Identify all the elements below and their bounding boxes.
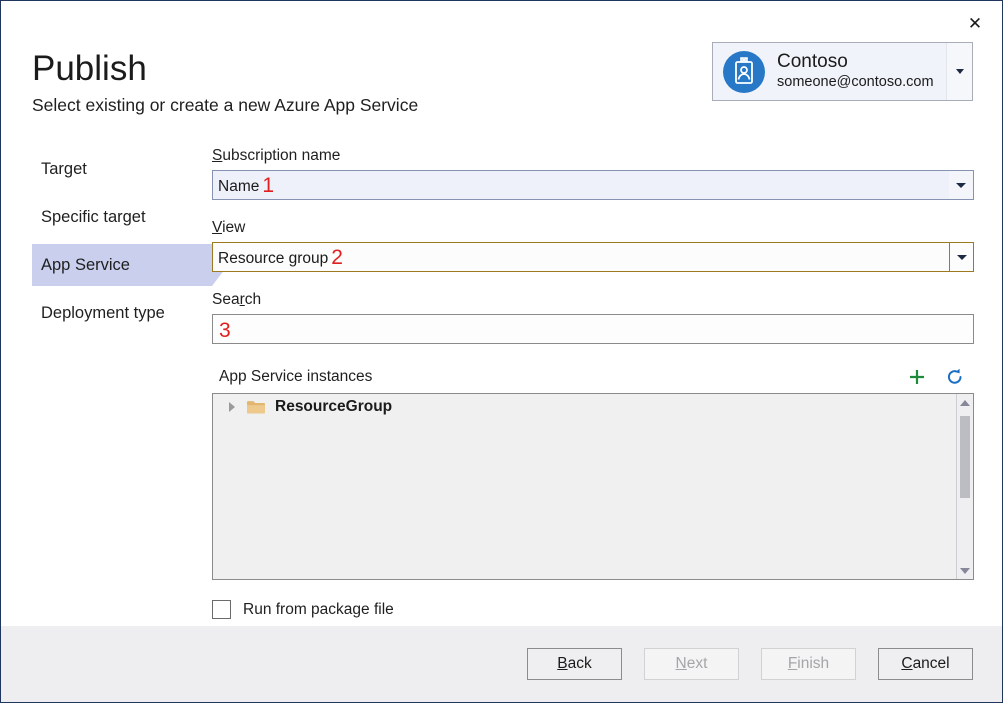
plus-icon[interactable] (906, 366, 928, 388)
chevron-down-icon[interactable] (949, 171, 973, 199)
search-label-pre: Sea (212, 291, 240, 308)
run-from-package-label: Run from package file (243, 601, 394, 619)
dialog-footer: Back Next Finish Cancel (1, 626, 1002, 702)
sidebar-item-app-service[interactable]: App Service (32, 244, 212, 286)
search-label: Search (212, 290, 974, 310)
next-accesskey: N (676, 655, 687, 672)
sidebar-item-specific-target[interactable]: Specific target (32, 196, 212, 238)
view-combobox[interactable]: Resource group 2 (212, 242, 974, 272)
sidebar-item-deployment-type[interactable]: Deployment type (32, 292, 212, 334)
view-value-text: Resource group (218, 250, 328, 268)
view-label-text: iew (222, 219, 245, 236)
subscription-value-text: Name (218, 178, 259, 196)
caret-down-icon[interactable] (957, 562, 973, 579)
id-badge-icon (723, 51, 765, 93)
wizard-steps-nav: Target Specific target App Service Deplo… (32, 148, 212, 340)
run-from-package-row[interactable]: Run from package file (212, 600, 394, 619)
callout-marker-1: 1 (262, 175, 274, 196)
page-subtitle: Select existing or create a new Azure Ap… (32, 93, 418, 117)
finish-button[interactable]: Finish (761, 648, 856, 680)
run-from-package-checkbox[interactable] (212, 600, 231, 619)
publish-dialog: ✕ Contoso someone@contoso.com (0, 0, 1003, 703)
cancel-accesskey: C (901, 655, 912, 672)
chevron-down-icon[interactable] (946, 43, 972, 100)
caret-up-icon[interactable] (957, 394, 973, 411)
app-service-instances-label: App Service instances (212, 368, 372, 386)
list-scrollbar[interactable] (956, 394, 973, 579)
account-name: Contoso (777, 51, 848, 72)
search-input[interactable]: 3 (212, 314, 974, 344)
chevron-right-icon[interactable] (225, 402, 239, 412)
cancel-button[interactable]: Cancel (878, 648, 973, 680)
sidebar-item-label: Deployment type (41, 304, 165, 323)
sidebar-item-label: Target (41, 160, 87, 179)
back-accesskey: B (557, 655, 567, 672)
view-value: Resource group 2 (213, 246, 949, 268)
form-panel: Subscription name Name 1 View Resource g… (212, 146, 974, 619)
finish-label: inish (797, 655, 829, 672)
subscription-name-combobox[interactable]: Name 1 (212, 170, 974, 200)
subscription-name-label: Subscription name (212, 146, 974, 166)
next-label: ext (687, 655, 708, 672)
cancel-label: ancel (913, 655, 950, 672)
finish-accesskey: F (788, 655, 797, 672)
instances-toolbar (906, 366, 974, 388)
sidebar-item-label: Specific target (41, 208, 146, 227)
chevron-down-icon[interactable] (949, 243, 973, 271)
search-label-post: ch (245, 291, 261, 308)
account-email: someone@contoso.com (777, 74, 934, 90)
sidebar-item-label: App Service (41, 256, 130, 275)
list-item[interactable]: ResourceGroup (213, 394, 973, 420)
subscription-label-text: ubscription name (222, 147, 340, 164)
list-item-label: ResourceGroup (275, 398, 392, 416)
close-icon[interactable]: ✕ (958, 9, 992, 37)
callout-marker-2: 2 (331, 247, 343, 268)
refresh-icon[interactable] (944, 366, 966, 388)
back-label: ack (568, 655, 592, 672)
subscription-value: Name 1 (213, 174, 949, 196)
view-accesskey: V (212, 219, 222, 236)
page-title: Publish (32, 48, 147, 90)
folder-icon (246, 399, 266, 415)
app-service-instances-list[interactable]: ResourceGroup (212, 393, 974, 580)
view-label: View (212, 218, 974, 238)
account-text: Contoso someone@contoso.com (777, 51, 946, 92)
sidebar-item-target[interactable]: Target (32, 148, 212, 190)
back-button[interactable]: Back (527, 648, 622, 680)
scrollbar-thumb[interactable] (960, 416, 970, 498)
account-selector[interactable]: Contoso someone@contoso.com (712, 42, 973, 101)
screenshot-root: ✕ Contoso someone@contoso.com (0, 0, 1005, 705)
subscription-accesskey: S (212, 147, 222, 164)
next-button[interactable]: Next (644, 648, 739, 680)
callout-marker-3: 3 (219, 320, 231, 341)
app-service-instances-header: App Service instances (212, 366, 974, 388)
